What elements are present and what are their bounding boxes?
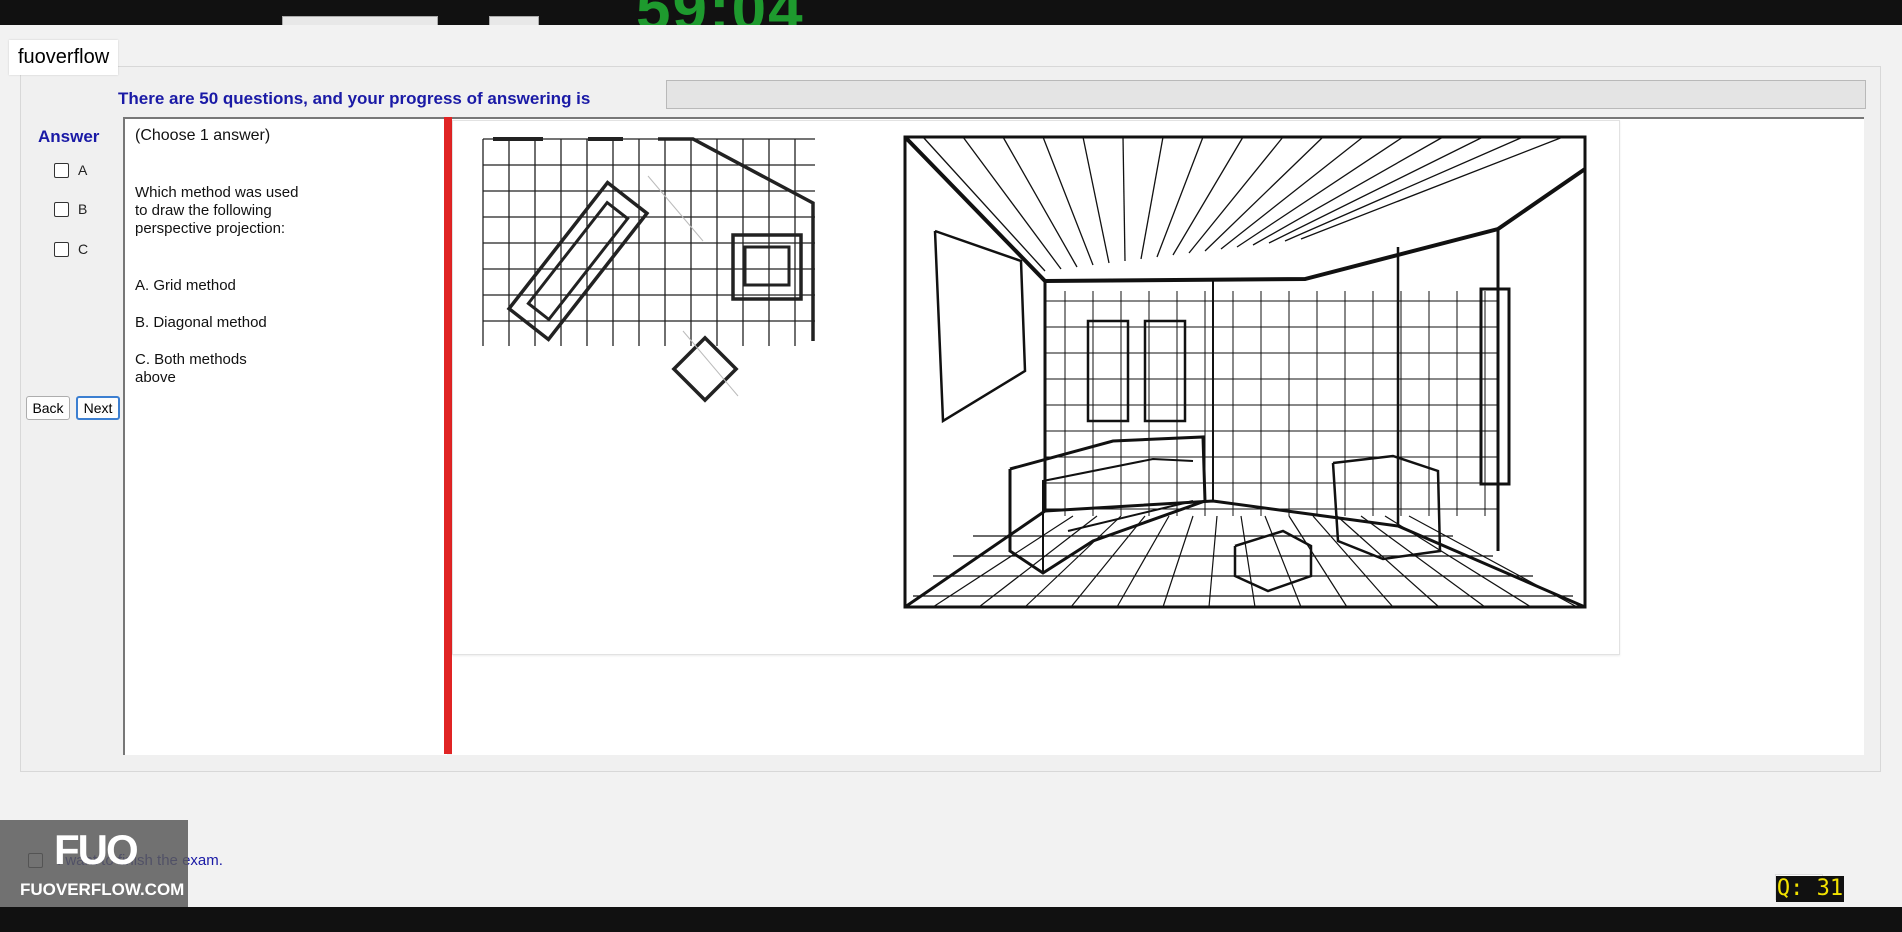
question-option-c: C. Both methods above xyxy=(135,351,247,386)
checkbox-c[interactable] xyxy=(54,241,69,257)
checkbox-b[interactable] xyxy=(54,201,69,217)
answer-option-a[interactable]: A xyxy=(54,161,87,179)
checkbox-a[interactable] xyxy=(54,162,69,178)
logo-mark: FUO xyxy=(54,826,139,873)
answer-title: Answer xyxy=(38,127,100,146)
question-panel: (Choose 1 answer) Which method was used … xyxy=(123,117,447,755)
answer-option-label: B xyxy=(78,201,88,217)
answer-option-label: A xyxy=(78,162,88,178)
answer-option-b[interactable]: B xyxy=(54,200,87,218)
exam-timer: 59:04 xyxy=(636,0,805,25)
question-text: Which method was used to draw the follow… xyxy=(135,184,299,237)
top-bar: 59:04 xyxy=(0,0,1902,25)
back-button[interactable]: Back xyxy=(26,396,70,420)
question-instruction: (Choose 1 answer) xyxy=(135,127,271,144)
answer-option-label: C xyxy=(78,241,89,257)
watermark-label: fuoverflow xyxy=(9,40,119,75)
grid-sketch xyxy=(482,137,815,403)
question-option-a: A. Grid method xyxy=(135,277,236,294)
logo-text: FUOVERFLOW.COM xyxy=(20,880,185,899)
room-sketch xyxy=(903,135,1587,609)
top-dropdown[interactable] xyxy=(282,16,438,25)
exam-window: 59:04 fuoverflow There are 50 questions,… xyxy=(0,0,1902,932)
progress-bar xyxy=(666,80,1866,109)
bottom-bar xyxy=(0,907,1902,932)
question-counter: Q: 31 xyxy=(1776,876,1844,902)
question-figure xyxy=(452,120,1620,655)
top-small-control[interactable] xyxy=(489,16,539,25)
question-option-b: B. Diagonal method xyxy=(135,314,267,331)
answer-option-c[interactable]: C xyxy=(54,240,88,258)
panel-divider[interactable] xyxy=(444,117,452,754)
next-button[interactable]: Next xyxy=(76,396,120,420)
progress-label: There are 50 questions, and your progres… xyxy=(118,89,591,108)
perspective-sketch-icon xyxy=(482,135,1587,609)
fuo-logo: FUO FUOVERFLOW.COM xyxy=(0,820,188,907)
